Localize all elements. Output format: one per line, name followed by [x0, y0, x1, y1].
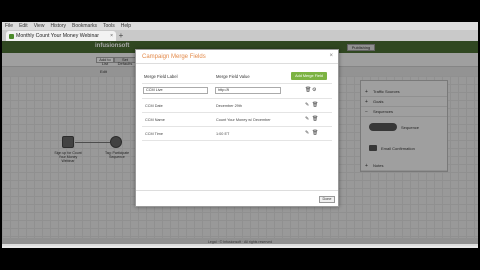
menu-edit[interactable]: Edit — [19, 22, 28, 30]
new-tab-button[interactable]: + — [116, 32, 126, 40]
browser-menubar: File Edit View History Bookmarks Tools H… — [2, 22, 478, 30]
divider — [142, 112, 332, 113]
merge-value-cell: 1:00 ET — [216, 132, 230, 136]
merge-value-cell: December 29th — [216, 104, 242, 108]
tab-close-icon[interactable]: × — [110, 33, 113, 39]
trash-icon[interactable]: 🗑 — [312, 103, 318, 108]
browser-tab[interactable]: Monthly Count Your Money Webinar × — [6, 31, 116, 41]
pencil-icon[interactable]: ✎ — [305, 117, 309, 122]
pencil-icon[interactable]: ✎ — [305, 103, 309, 108]
merge-label-input[interactable]: CCM Live — [143, 87, 208, 94]
divider — [142, 140, 332, 141]
menu-tools[interactable]: Tools — [103, 22, 115, 30]
done-button[interactable]: Done — [319, 196, 335, 203]
close-icon[interactable]: × — [329, 53, 333, 59]
screen: File Edit View History Bookmarks Tools H… — [0, 0, 480, 270]
divider — [142, 126, 332, 127]
menu-file[interactable]: File — [5, 22, 13, 30]
merge-value-cell: Count Your Money w/ December — [216, 118, 271, 122]
merge-value-input[interactable]: http://li — [215, 87, 281, 94]
column-header-label: Merge Field Label — [144, 74, 178, 79]
divider — [136, 190, 338, 191]
merge-label-cell: CCM Date — [145, 104, 163, 108]
divider — [136, 63, 338, 64]
dialog-title: Campaign Merge Fields — [142, 54, 206, 60]
menu-view[interactable]: View — [34, 22, 45, 30]
merge-label-cell: CCM Time — [145, 132, 163, 136]
merge-fields-dialog: Campaign Merge Fields × Merge Field Labe… — [135, 49, 339, 207]
tab-title: Monthly Count Your Money Webinar — [16, 33, 99, 39]
menu-history[interactable]: History — [50, 22, 66, 30]
merge-label-cell: CCM Name — [145, 118, 165, 122]
add-merge-field-button[interactable]: Add Merge Field — [291, 72, 327, 80]
pencil-icon[interactable]: ✎ — [305, 131, 309, 136]
menu-bookmarks[interactable]: Bookmarks — [72, 22, 97, 30]
favicon-icon — [9, 33, 14, 39]
trash-icon[interactable]: 🗑 — [305, 88, 311, 93]
divider — [142, 98, 332, 99]
divider — [142, 83, 332, 84]
gear-icon[interactable]: ⚙ — [312, 88, 316, 93]
column-header-value: Merge Field Value — [216, 74, 250, 79]
trash-icon[interactable]: 🗑 — [312, 131, 318, 136]
menu-help[interactable]: Help — [121, 22, 131, 30]
trash-icon[interactable]: 🗑 — [312, 117, 318, 122]
